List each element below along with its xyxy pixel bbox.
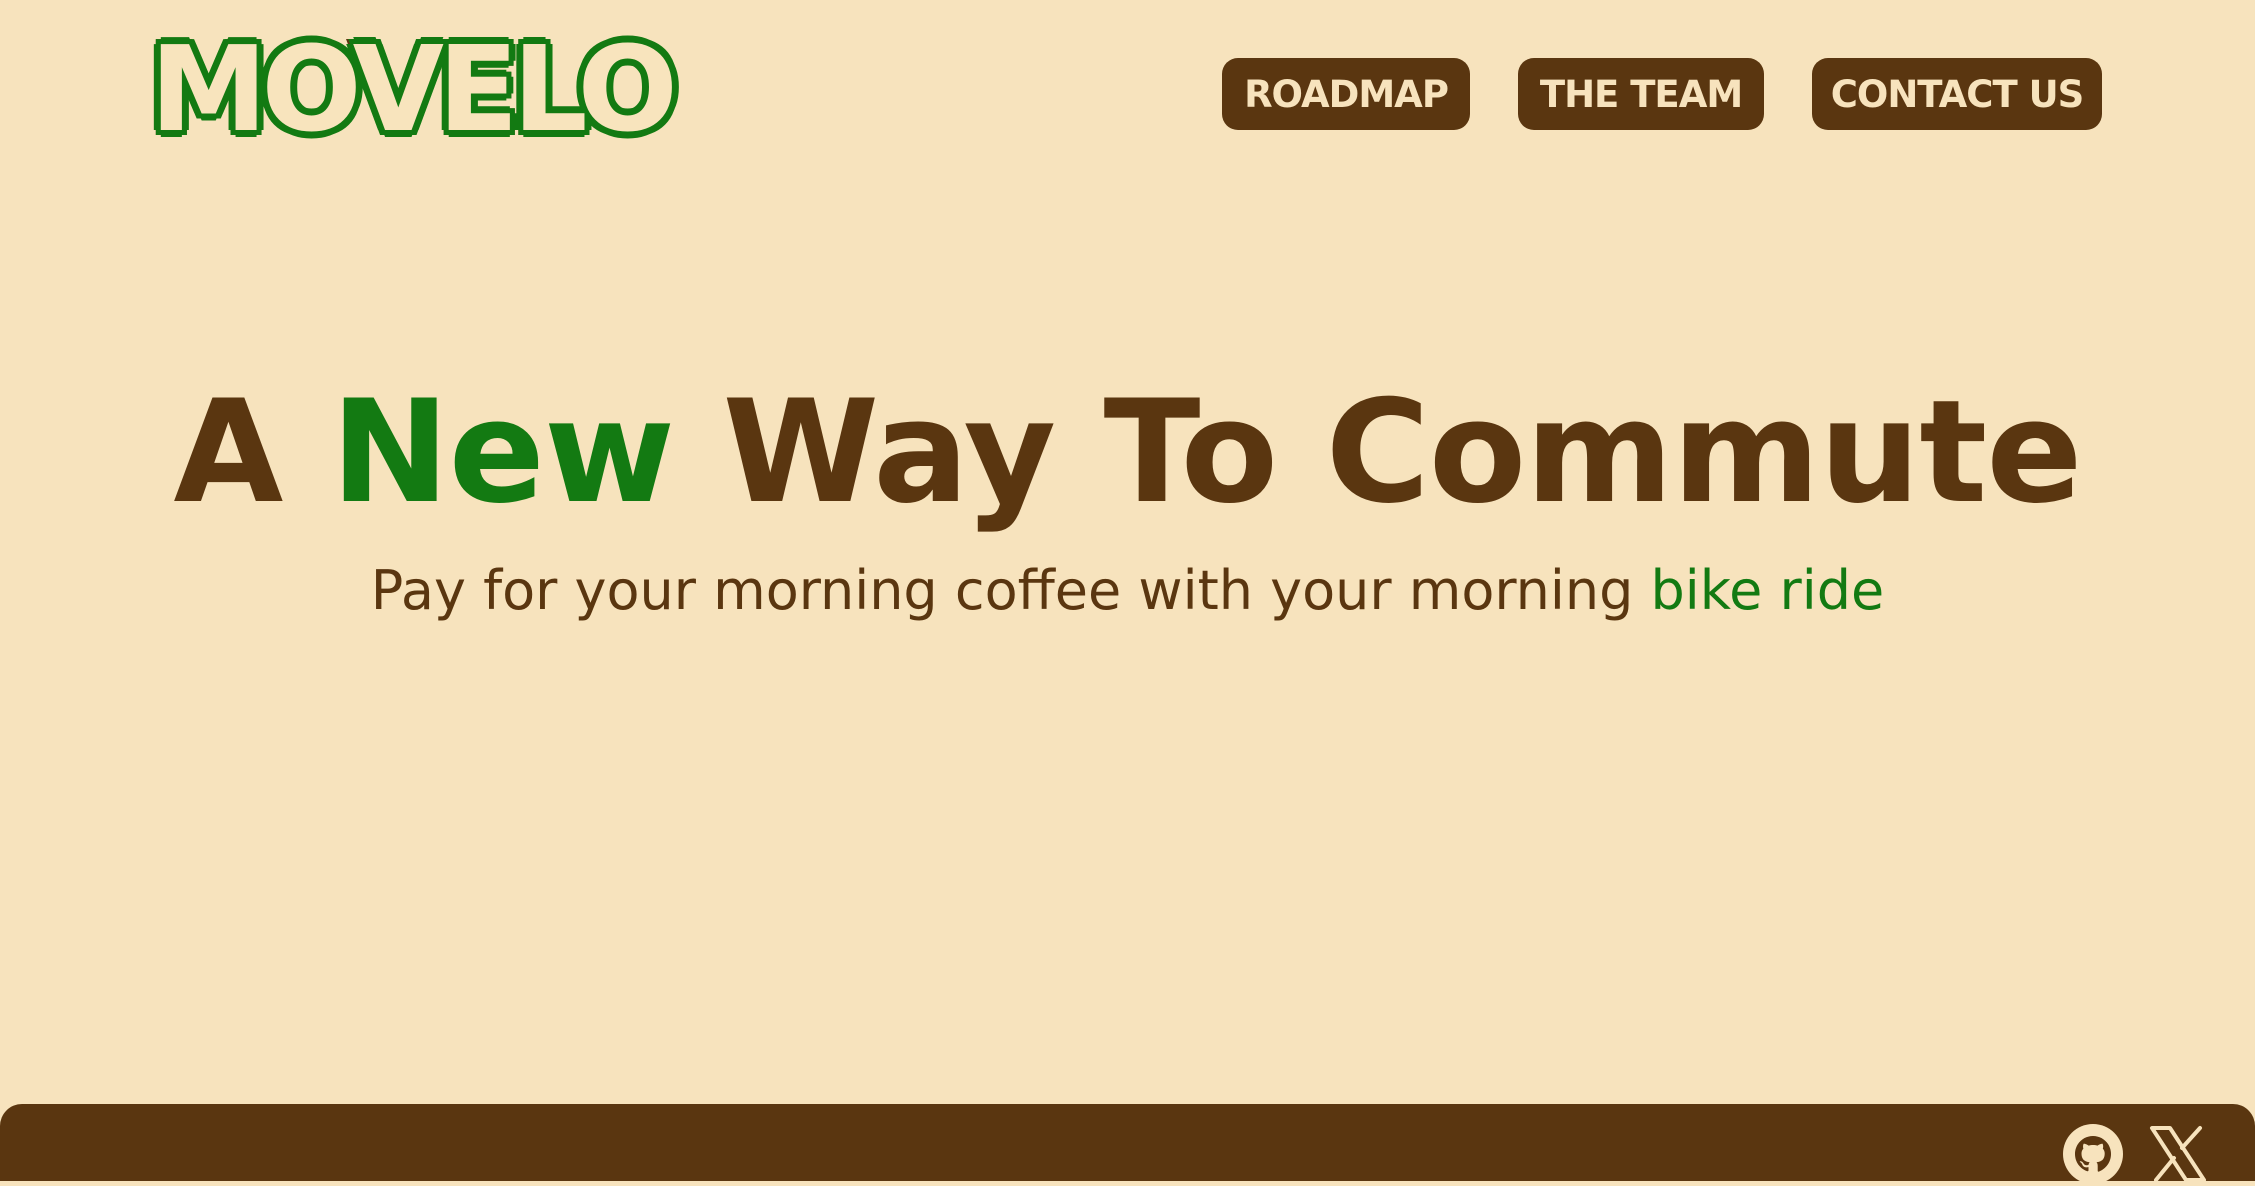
hero-title-accent: New (330, 370, 675, 535)
github-icon[interactable] (2061, 1122, 2125, 1186)
x-icon[interactable] (2146, 1122, 2210, 1186)
site-footer (0, 1104, 2255, 1184)
contact-us-button[interactable]: CONTACT US (1812, 58, 2102, 130)
hero-title-part1: A (173, 370, 331, 535)
main-nav: ROADMAP THE TEAM CONTACT US (1222, 58, 2102, 130)
roadmap-button[interactable]: ROADMAP (1222, 58, 1470, 130)
hero-subtitle: Pay for your morning coffee with your mo… (0, 561, 2255, 620)
hero-title: A New Way To Commute (0, 378, 2255, 527)
hero-title-part2: Way To Commute (674, 370, 2083, 535)
hero-subtitle-accent: bike ride (1650, 559, 1885, 622)
logo[interactable]: MOVELO (145, 25, 683, 153)
hero-subtitle-part1: Pay for your morning coffee with your mo… (370, 559, 1651, 622)
the-team-button[interactable]: THE TEAM (1518, 58, 1764, 130)
